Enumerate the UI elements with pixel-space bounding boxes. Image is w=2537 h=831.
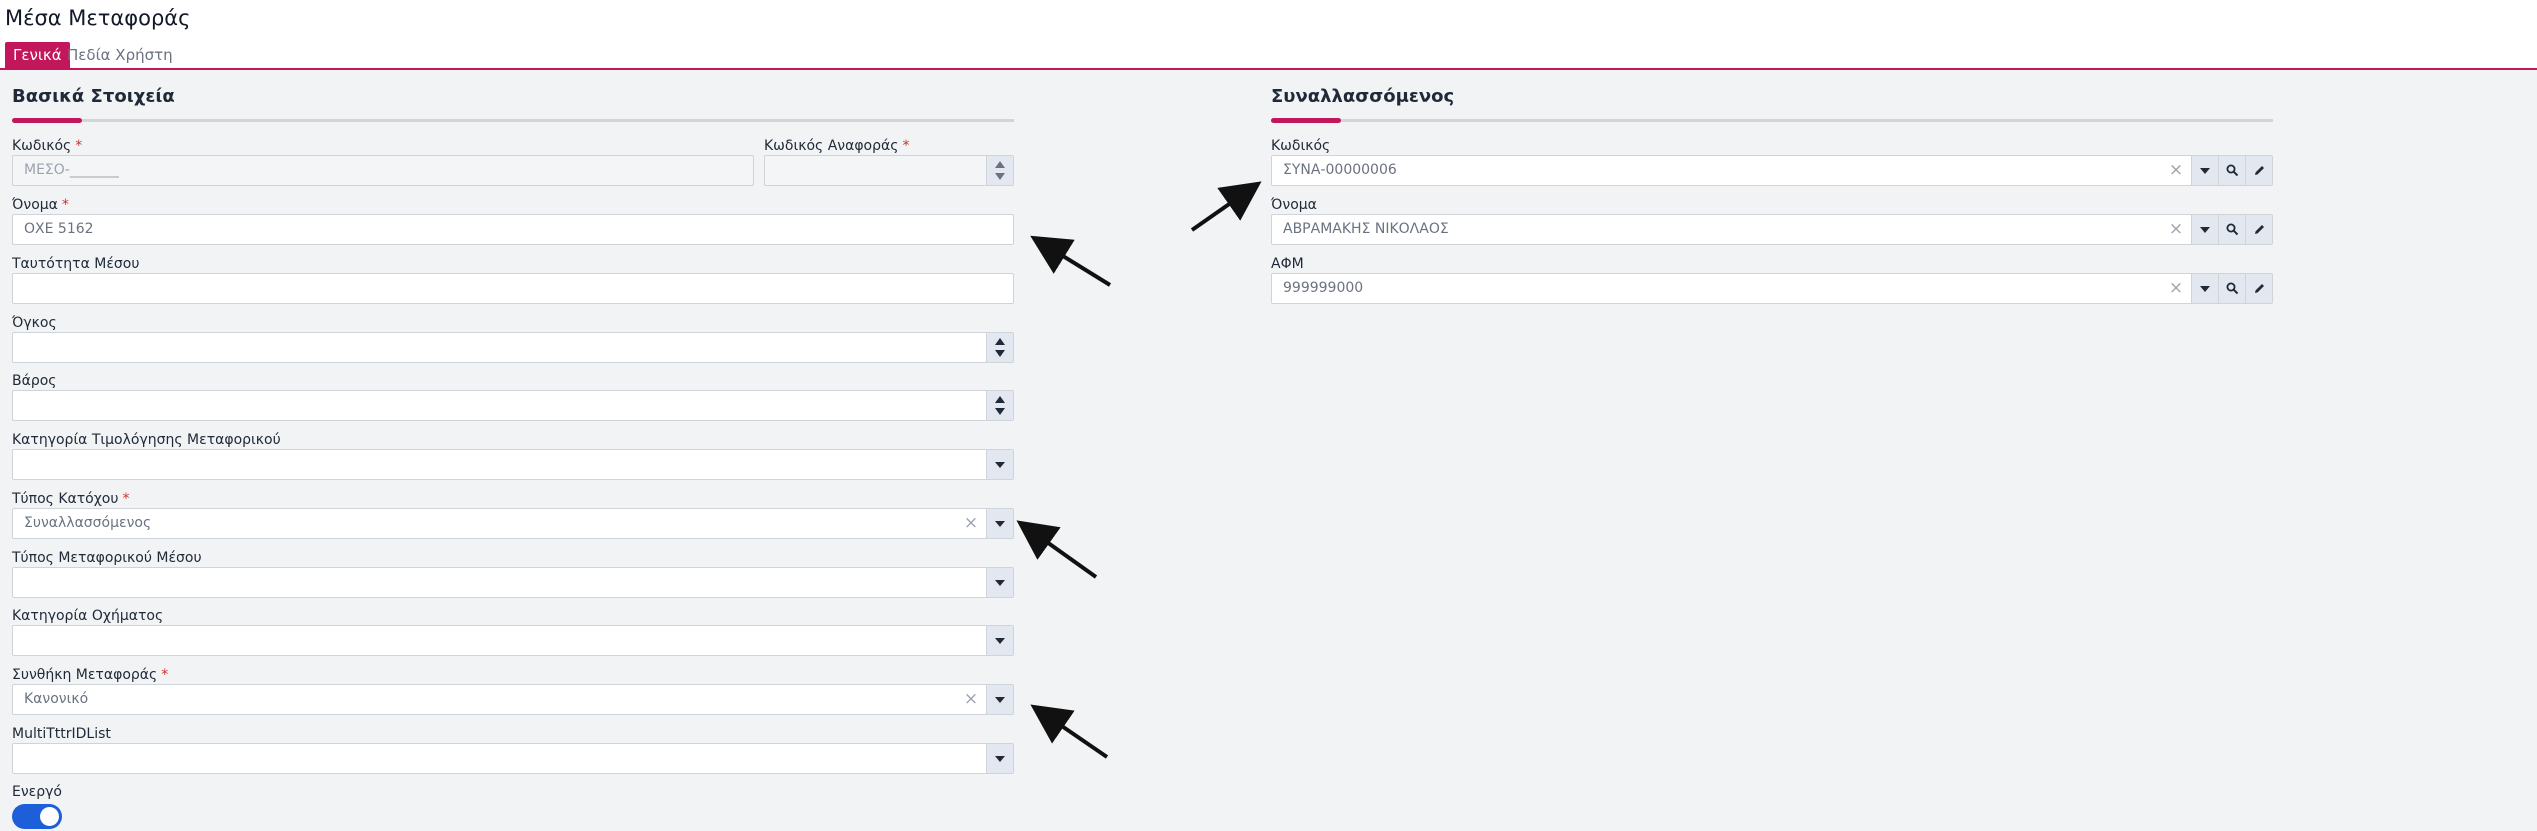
arrow-owner-type <box>1016 520 1098 579</box>
annotation-arrows <box>1016 181 1262 759</box>
arrow-party-code <box>1190 181 1262 232</box>
arrow-name-field <box>1030 235 1112 287</box>
arrow-condition <box>1030 704 1109 759</box>
